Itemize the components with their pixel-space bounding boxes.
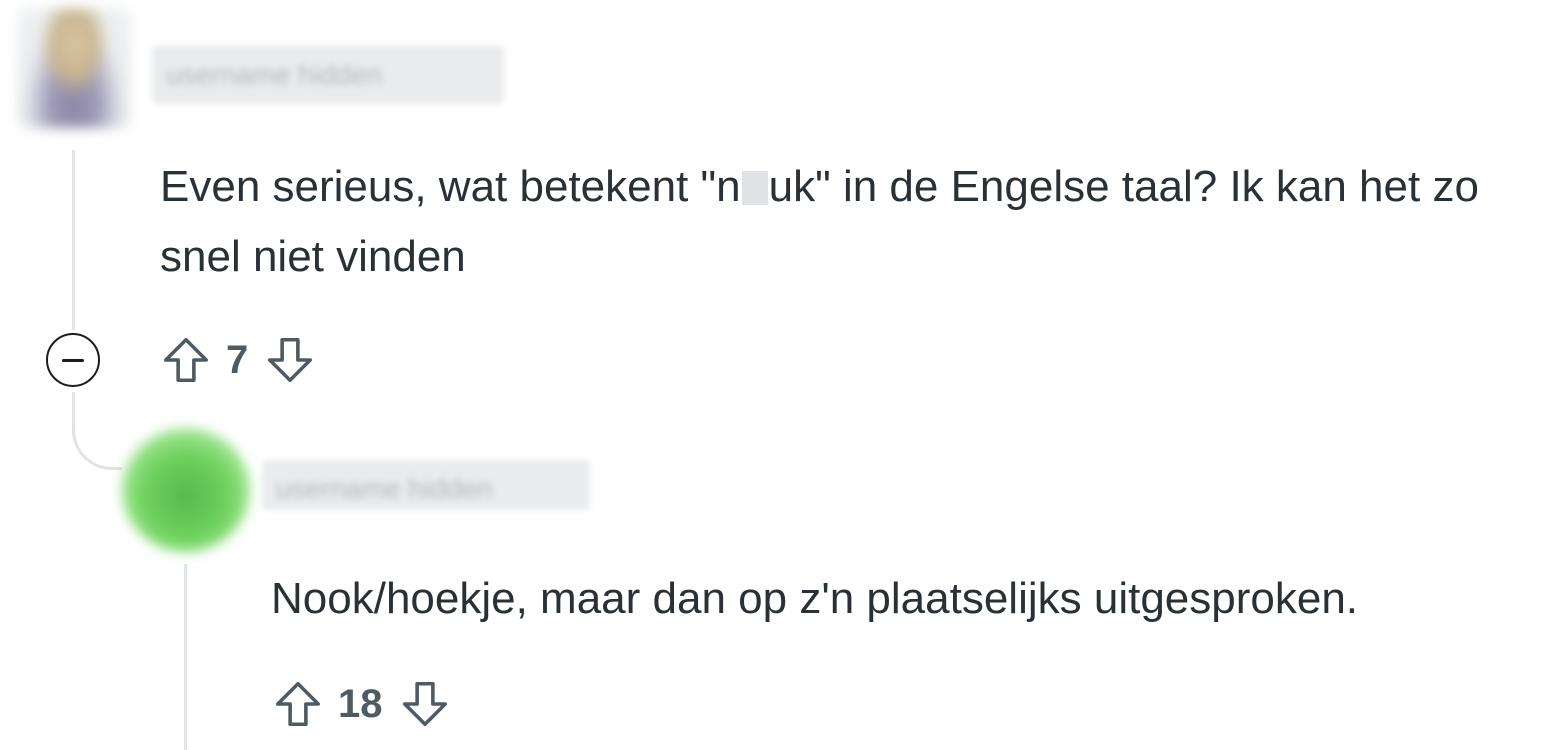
username-redacted[interactable]: username hidden [152,46,504,104]
arrow-up-outline-icon [163,337,209,383]
thread-connector [72,420,122,470]
username-text: username hidden [166,59,383,90]
avatar[interactable] [18,8,130,128]
upvote-button[interactable] [270,676,326,732]
arrow-down-outline-icon [402,681,447,727]
redaction-block [741,171,768,205]
vote-bar: 7 [158,332,318,388]
vote-bar: 18 [270,676,453,732]
upvote-button[interactable] [158,332,214,388]
minus-circle-icon [62,358,84,362]
username-redacted[interactable]: username hidden [262,460,590,510]
comment-body: Even serieus, wat betekent "n uk" in de E… [160,152,1530,292]
comment-body: Nook/hoekje, maar dan op z'n plaatselijk… [271,574,1359,623]
downvote-button[interactable] [397,676,453,732]
downvote-button[interactable] [262,332,318,388]
avatar[interactable] [122,428,250,552]
thread-line-reply [184,564,187,750]
collapse-thread-button[interactable] [46,333,100,387]
arrow-up-outline-icon [275,681,321,727]
username-text: username hidden [276,473,493,504]
vote-count: 18 [338,681,383,726]
comment-text-part: Even serieus, wat betekent "n [160,162,741,211]
vote-count: 7 [226,337,249,382]
arrow-down-outline-icon [268,337,313,383]
thread-line-main [72,150,75,330]
